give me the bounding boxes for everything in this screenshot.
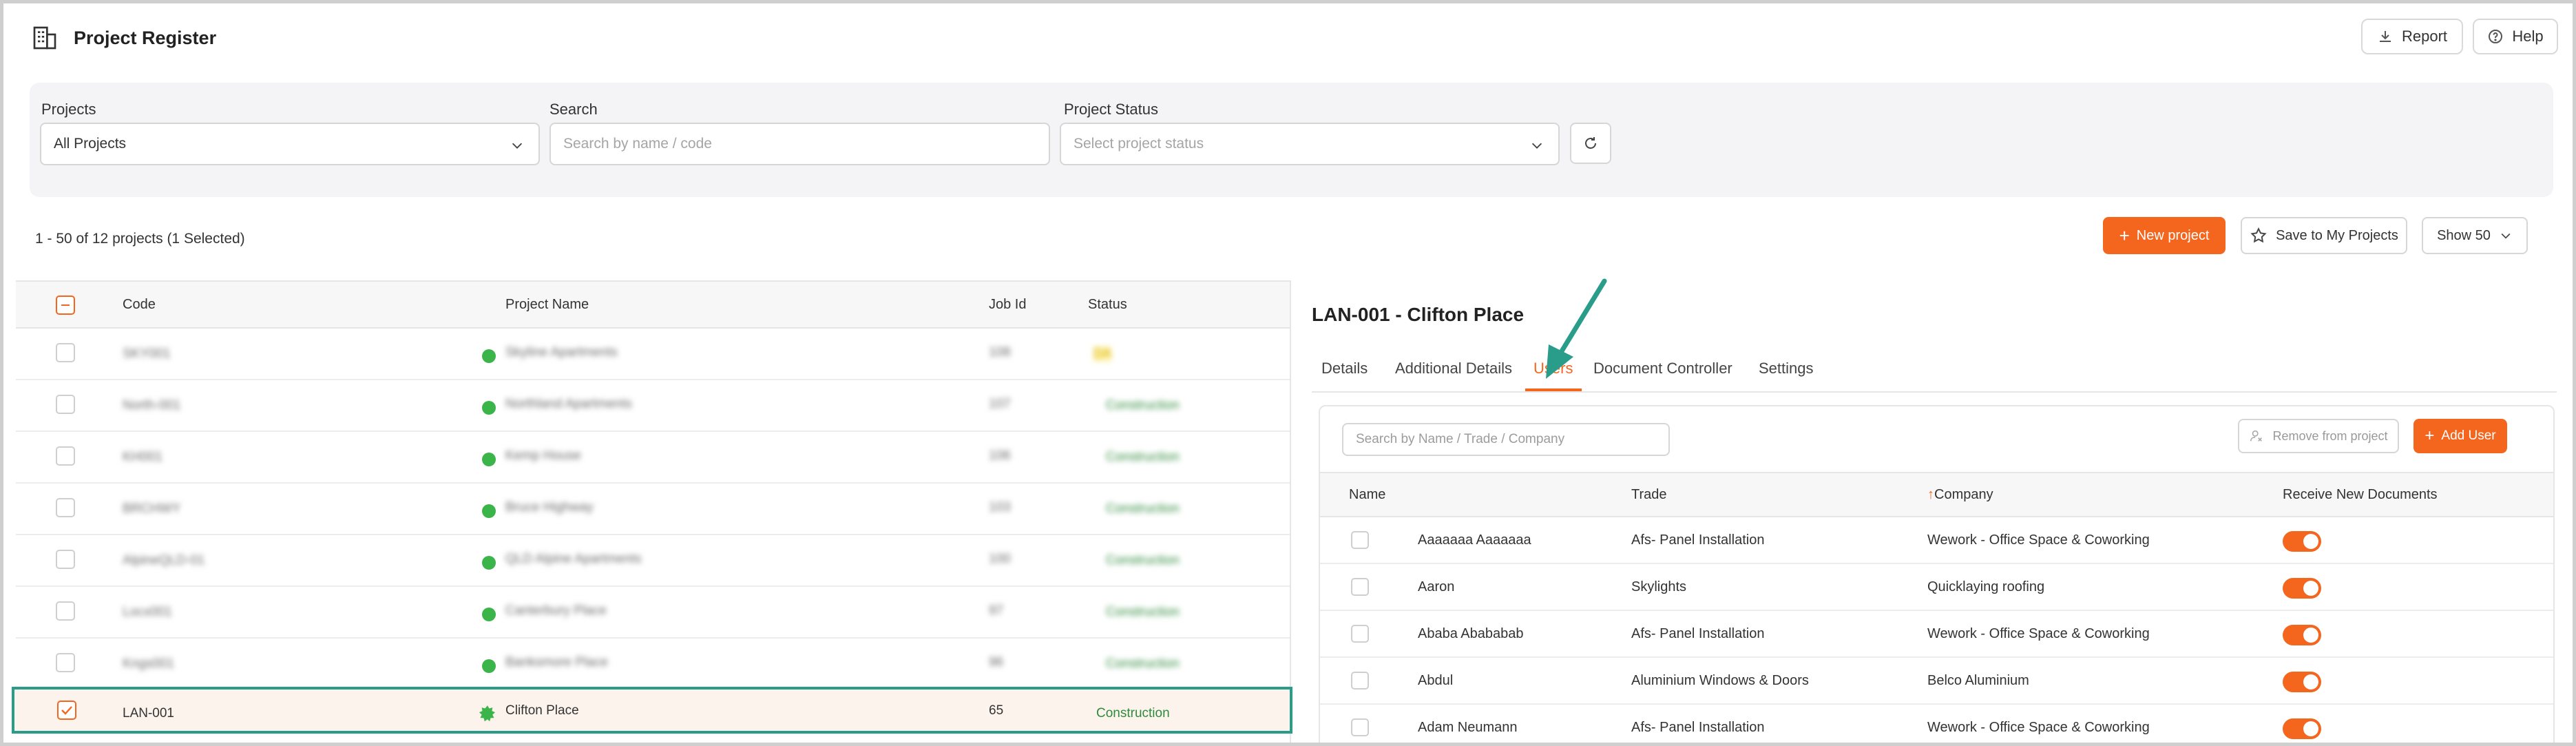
row-checkbox[interactable]: [56, 498, 75, 517]
receive-documents-toggle[interactable]: [2283, 578, 2321, 599]
row-checkbox[interactable]: [56, 446, 75, 466]
receive-documents-toggle[interactable]: [2283, 672, 2321, 692]
annotation-arrow: [1546, 278, 1607, 379]
remove-from-project-button[interactable]: Remove from project: [2238, 419, 2399, 453]
row-checkbox[interactable]: [1351, 625, 1369, 643]
row-checkbox[interactable]: [56, 601, 75, 621]
building-icon: [33, 26, 56, 50]
project-status-dot: [482, 556, 496, 570]
table-row[interactable]: North-001 Northland Apartments 107 Const…: [16, 380, 1290, 432]
project-status-select[interactable]: Select project status: [1060, 123, 1560, 165]
add-user-button[interactable]: + Add User: [2413, 419, 2507, 453]
projects-table-header: Code Project Name Job Id Status: [16, 282, 1290, 329]
page-title: Project Register: [74, 27, 217, 48]
chevron-down-icon: [2501, 233, 2511, 239]
brand: Project Register: [31, 24, 216, 52]
users-search-input[interactable]: Search by Name / Trade / Company: [1342, 423, 1670, 456]
app-window: Project Register Report Help Projects Al…: [0, 0, 2576, 746]
table-row[interactable]: Adam Neumann Afs- Panel Installation Wew…: [1320, 705, 2553, 743]
users-table-header: Name Trade ↑Company Receive New Document…: [1320, 472, 2553, 517]
row-checkbox[interactable]: [1351, 578, 1369, 596]
table-row[interactable]: Aaaaaaa Aaaaaaa Afs- Panel Installation …: [1320, 517, 2553, 564]
refresh-icon: [1585, 137, 1596, 149]
star-icon: [2250, 227, 2267, 243]
column-name[interactable]: Name: [1349, 487, 1385, 503]
help-button[interactable]: Help: [2473, 19, 2558, 54]
search-label: Search: [549, 101, 598, 118]
active-tab-indicator: [1525, 388, 1582, 391]
refresh-button[interactable]: [1570, 123, 1611, 164]
table-row-selected[interactable]: LAN-001 Clifton Place 65 Construction: [12, 687, 1292, 734]
receive-documents-toggle[interactable]: [2283, 718, 2321, 739]
row-checkbox[interactable]: [56, 550, 75, 569]
row-checkbox[interactable]: [56, 395, 75, 414]
page-size-select[interactable]: Show 50: [2422, 217, 2528, 254]
projects-table: Code Project Name Job Id Status SKY001 S…: [16, 280, 1291, 743]
projects-label: Projects: [41, 101, 96, 118]
project-status-icon: [479, 705, 496, 722]
download-icon: [2379, 31, 2391, 42]
help-icon: [2489, 30, 2503, 43]
column-trade[interactable]: Trade: [1631, 487, 1667, 503]
table-row[interactable]: Abdul Aluminium Windows & Doors Belco Al…: [1320, 658, 2553, 705]
new-project-button[interactable]: + New project: [2103, 217, 2226, 254]
table-row[interactable]: Kngs001 Banksmore Place 96 Construction: [16, 639, 1290, 690]
projects-select[interactable]: All Projects: [40, 123, 540, 165]
table-row[interactable]: Ababa Abababab Afs- Panel Installation W…: [1320, 611, 2553, 658]
row-checkbox[interactable]: [56, 653, 75, 672]
table-row[interactable]: SKY001 Skyline Apartments 108 DA: [16, 329, 1290, 380]
plus-icon: +: [2119, 225, 2130, 246]
project-status-dot: [482, 453, 496, 466]
chevron-down-icon: [1531, 143, 1542, 149]
table-row[interactable]: KH001 Kemp House 106 Construction: [16, 432, 1290, 484]
row-checkbox[interactable]: [1351, 718, 1369, 736]
column-code[interactable]: Code: [123, 297, 156, 313]
report-button[interactable]: Report: [2361, 19, 2463, 54]
column-project-name[interactable]: Project Name: [505, 297, 589, 313]
tab-additional-details[interactable]: Additional Details: [1395, 360, 1512, 377]
tab-settings[interactable]: Settings: [1759, 360, 1814, 377]
row-checkbox[interactable]: [1351, 672, 1369, 690]
receive-documents-toggle[interactable]: [2283, 625, 2321, 645]
select-all-checkbox[interactable]: [56, 296, 75, 315]
check-icon: [61, 706, 72, 715]
sort-asc-icon: ↑: [1927, 487, 1934, 502]
chevron-down-icon: [512, 143, 523, 149]
table-row[interactable]: AlpineQLD-01 QLD Alpine Apartments 100 C…: [16, 535, 1290, 587]
row-checkbox-checked[interactable]: [57, 701, 76, 720]
project-status-dot: [482, 504, 496, 518]
column-company[interactable]: ↑Company: [1927, 487, 1993, 503]
project-status-dot: [482, 401, 496, 415]
result-count: 1 - 50 of 12 projects (1 Selected): [35, 231, 245, 247]
save-to-my-projects-button[interactable]: Save to My Projects: [2241, 217, 2407, 254]
row-checkbox[interactable]: [1351, 531, 1369, 549]
table-row[interactable]: BRCHWY Bruce Highway 103 Construction: [16, 484, 1290, 535]
table-row[interactable]: Aaron Skylights Quicklaying roofing: [1320, 564, 2553, 611]
users-panel: Search by Name / Trade / Company Remove …: [1319, 405, 2555, 743]
column-job-id[interactable]: Job Id: [989, 297, 1026, 313]
column-status[interactable]: Status: [1088, 297, 1127, 313]
tab-details[interactable]: Details: [1321, 360, 1368, 377]
column-receive-new-documents[interactable]: Receive New Documents: [2283, 487, 2438, 503]
detail-tabs: Details Additional Details Users Documen…: [1312, 351, 2557, 393]
search-input[interactable]: Search by name / code: [549, 123, 1050, 165]
project-status-dot: [482, 349, 496, 363]
table-row[interactable]: Locx001 Canterbury Place 97 Construction: [16, 587, 1290, 639]
remove-user-icon: [2250, 430, 2263, 442]
row-checkbox[interactable]: [56, 343, 75, 362]
project-detail-title: LAN-001 - Clifton Place: [1312, 304, 1525, 325]
plus-icon: +: [2425, 426, 2435, 445]
filter-panel: Projects All Projects Search Search by n…: [30, 83, 2553, 197]
project-status-dot: [482, 608, 496, 621]
project-status-label: Project Status: [1064, 101, 1158, 118]
receive-documents-toggle[interactable]: [2283, 531, 2321, 552]
project-status-dot: [482, 659, 496, 673]
